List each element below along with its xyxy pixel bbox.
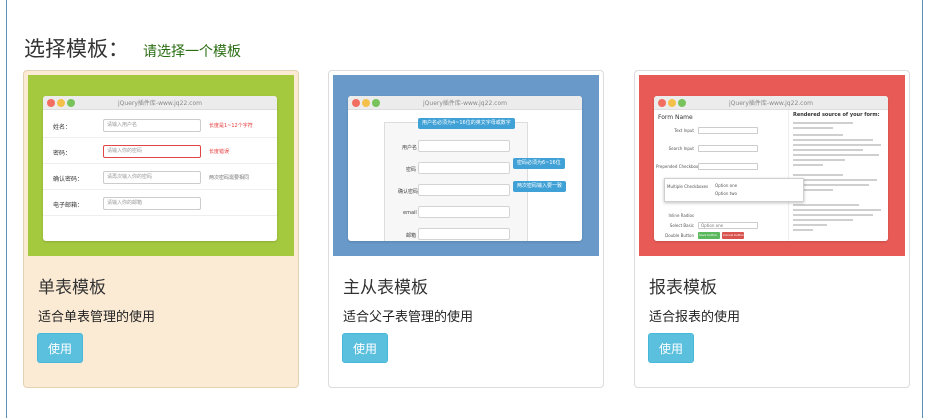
mock-browser-window: jQuery插件库-www.jq22.com 姓名： 请输入用户名 长度是1~1… (43, 96, 277, 241)
code-line (793, 164, 823, 166)
mock-field-label: Inline Radios (668, 213, 694, 218)
mock-field-input (418, 184, 510, 196)
card-title: 单表模板 (38, 278, 106, 298)
code-line (793, 229, 813, 231)
mock-field-label: 确认密码 (398, 189, 419, 195)
validation-tooltip: 两次密码输入要一致 (513, 181, 567, 192)
code-line (793, 184, 869, 186)
template-thumbnail: jQuery插件库-www.jq22.com 姓名： 请输入用户名 长度是1~1… (28, 75, 294, 256)
code-line (793, 139, 873, 141)
mock-title-bar: jQuery插件库-www.jq22.com (654, 96, 888, 110)
mock-cancel-button: Cancel button (722, 232, 744, 239)
use-template-button[interactable]: 使用 (342, 333, 388, 363)
mock-form-builder: Form Name Text Input Search Input Prepen… (654, 110, 786, 241)
card-description: 适合单表管理的使用 (38, 310, 156, 325)
mock-browser-window: jQuery插件库-www.jq22.com 用户名 密码 确认密码 email… (348, 96, 582, 241)
card-description: 适合父子表管理的使用 (343, 310, 474, 325)
mock-field-label: 邮箱 (406, 233, 417, 239)
template-thumbnail: jQuery插件库-www.jq22.com Form Name Text In… (639, 75, 905, 256)
card-title: 主从表模板 (343, 278, 428, 298)
page-title: 选择模板： (24, 37, 129, 61)
mock-field-hint: 两次密码需要相同 (209, 175, 250, 181)
mock-source-title: Rendered source of your form: (793, 112, 880, 118)
mock-field-hint: 长度错误 (209, 149, 230, 155)
mock-browser-window: jQuery插件库-www.jq22.com Form Name Text In… (654, 96, 888, 241)
card-title: 报表模板 (649, 278, 717, 298)
mock-title-bar: jQuery插件库-www.jq22.com (348, 96, 582, 110)
code-line (793, 127, 833, 129)
template-card-single[interactable]: jQuery插件库-www.jq22.com 姓名： 请输入用户名 长度是1~1… (23, 70, 299, 388)
left-border-line (6, 0, 7, 418)
mock-field-hint: 长度是1~12个字符 (209, 123, 253, 129)
code-line (793, 134, 843, 136)
page-subtitle: 请选择一个模板 (143, 44, 241, 60)
code-line (793, 149, 863, 151)
page-heading: 选择模板： 请选择一个模板 (24, 33, 241, 63)
mock-field-label: email (403, 210, 417, 216)
mock-field-label: Search Input (668, 146, 694, 151)
right-border-line (922, 0, 923, 418)
mock-field-label: Text Input (674, 128, 694, 133)
mock-field-input: 请输入你的邮箱 (103, 197, 201, 210)
mock-title-bar: jQuery插件库-www.jq22.com (43, 96, 277, 110)
validation-tooltip: 用户名必须为4~16位的英文字母或数字 (418, 118, 515, 129)
code-line (793, 159, 845, 161)
mock-field-label: Prepended Checkbox (656, 164, 699, 169)
code-line (793, 144, 881, 146)
use-template-button[interactable]: 使用 (37, 333, 83, 363)
mock-form-title: Form Name (658, 114, 693, 121)
template-thumbnail: jQuery插件库-www.jq22.com 用户名 密码 确认密码 email… (333, 75, 599, 256)
mock-url-text: jQuery插件库-www.jq22.com (729, 100, 813, 107)
mock-save-button: Save button (698, 232, 720, 239)
code-line (793, 174, 843, 176)
mock-field-label: 确认密码： (53, 176, 84, 183)
mock-url-text: jQuery插件库-www.jq22.com (423, 100, 507, 107)
code-line (793, 204, 859, 206)
code-line (793, 209, 881, 211)
use-template-button[interactable]: 使用 (648, 333, 694, 363)
mock-form-row: 电子邮箱： 请输入你的邮箱 (43, 192, 277, 216)
mock-field-input (698, 127, 758, 134)
code-line (793, 219, 853, 221)
validation-tooltip: 密码必须为6~16位 (513, 158, 565, 169)
mock-field-label: Multiple Checkboxes (667, 184, 709, 189)
mock-form-row: 密码： 请输入你的密码 长度错误 (43, 140, 277, 164)
mock-field-label: Select Basic (669, 223, 694, 228)
code-line (793, 154, 879, 156)
mock-field-label: 用户名 (402, 145, 418, 151)
mock-field-label: 姓名： (53, 124, 72, 131)
mock-source-panel: Rendered source of your form: (788, 110, 888, 241)
mock-checkbox-popup: Multiple Checkboxes Option one Option tw… (664, 178, 804, 202)
code-line (793, 214, 873, 216)
mock-field-input (418, 162, 510, 174)
template-card-master-detail[interactable]: jQuery插件库-www.jq22.com 用户名 密码 确认密码 email… (328, 70, 604, 388)
mock-field-label: 密码 (406, 167, 417, 173)
mock-field-label: Double Button (665, 233, 694, 238)
mock-field-input (698, 163, 758, 170)
mock-field-input (698, 145, 758, 152)
mock-checkbox-option: Option one (715, 183, 738, 188)
template-card-report[interactable]: jQuery插件库-www.jq22.com Form Name Text In… (634, 70, 910, 388)
mock-url-text: jQuery插件库-www.jq22.com (118, 100, 202, 107)
mock-field-label: 电子邮箱： (53, 202, 84, 209)
mock-field-input (418, 228, 510, 240)
mock-select-input: Option one (698, 222, 758, 229)
mock-form-row: 姓名： 请输入用户名 长度是1~12个字符 (43, 114, 277, 138)
mock-field-input: 请输入用户名 (103, 119, 201, 132)
mock-field-input (418, 206, 510, 218)
mock-field-input (418, 140, 510, 152)
mock-form-row: 确认密码： 请再次输入你的密码 两次密码需要相同 (43, 166, 277, 190)
mock-field-input: 请再次输入你的密码 (103, 171, 201, 184)
code-line (793, 179, 877, 181)
card-description: 适合报表的使用 (649, 310, 741, 325)
mock-checkbox-option: Option two (715, 191, 737, 196)
code-line (793, 122, 853, 124)
mock-field-label: 密码： (53, 150, 72, 157)
code-line (793, 224, 827, 226)
mock-field-input: 请输入你的密码 (103, 145, 201, 158)
